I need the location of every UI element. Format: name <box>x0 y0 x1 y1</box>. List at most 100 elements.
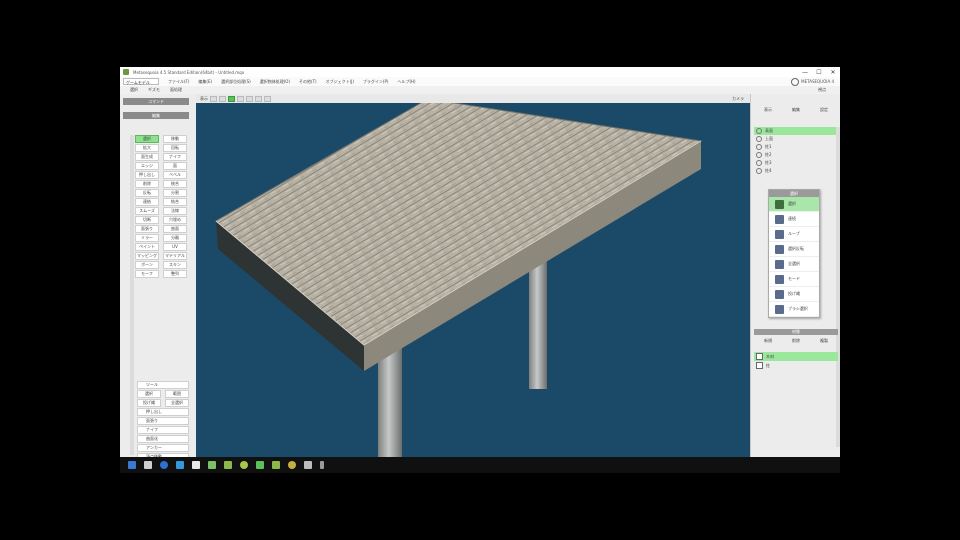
camera-label[interactable]: カメラ <box>732 96 744 102</box>
command-button[interactable]: 移動 <box>163 135 187 143</box>
material-checkbox[interactable] <box>756 362 763 369</box>
command-button[interactable]: 結合 <box>163 198 187 206</box>
popup-item[interactable]: 選択 <box>769 197 819 212</box>
command-button[interactable]: 拡大 <box>135 144 159 152</box>
app-d-icon[interactable] <box>272 461 280 469</box>
view-tool-7[interactable] <box>264 95 271 102</box>
visibility-eye-icon[interactable] <box>756 136 762 142</box>
command-button[interactable]: スキン <box>163 261 187 269</box>
command-button[interactable]: 押し出し <box>135 171 159 179</box>
minimize-button[interactable]: — <box>798 69 812 76</box>
menu-file[interactable]: ファイル(F) <box>168 79 189 85</box>
popup-item[interactable]: 選択反転 <box>769 242 819 257</box>
command-button[interactable]: ボーン <box>135 261 159 269</box>
visibility-eye-icon[interactable] <box>756 128 762 134</box>
subtool-view[interactable]: 視点 <box>818 87 826 93</box>
app-a-icon[interactable] <box>208 461 216 469</box>
tools-header[interactable]: ツール <box>137 381 189 389</box>
app-e-icon[interactable] <box>288 461 296 469</box>
tool-button[interactable]: 範囲 <box>165 390 189 398</box>
store-icon[interactable] <box>176 461 184 469</box>
command-button[interactable]: ナイフ <box>163 153 187 161</box>
popup-item[interactable]: ループ <box>769 227 819 242</box>
command-button[interactable]: ペイント <box>135 243 159 251</box>
command-button[interactable]: 分割 <box>163 189 187 197</box>
material-delete-button[interactable]: 削除 <box>782 338 810 344</box>
command-button[interactable]: 面生成 <box>135 153 159 161</box>
menu-help[interactable]: ヘルプ(H) <box>397 79 415 85</box>
command-header[interactable]: コマンド <box>123 98 189 105</box>
material-row[interactable]: 木材 <box>754 352 838 361</box>
object-row[interactable]: 柱2 <box>754 151 838 159</box>
app-f-icon[interactable] <box>304 461 312 469</box>
command-button[interactable]: 切断 <box>135 216 159 224</box>
command-button[interactable]: 穴埋め <box>163 216 187 224</box>
document-icon[interactable] <box>192 461 200 469</box>
tool-item[interactable]: 押し出し <box>137 408 189 416</box>
popup-item[interactable]: 連続 <box>769 212 819 227</box>
menu-selected-object[interactable]: 選択物体処理(O) <box>260 79 290 85</box>
view-tool-3[interactable] <box>228 95 235 102</box>
tool-item[interactable]: 面張り <box>137 417 189 425</box>
menu-edit[interactable]: 編集(E) <box>198 79 212 85</box>
tool-button[interactable]: 全選択 <box>165 399 189 407</box>
command-button[interactable]: 曲面 <box>163 225 187 233</box>
command-button[interactable]: 法線 <box>163 207 187 215</box>
app-b-icon[interactable] <box>224 461 232 469</box>
command-button[interactable]: 選択 <box>135 135 159 143</box>
object-row[interactable]: 柱3 <box>754 159 838 167</box>
command-button[interactable]: 面張り <box>135 225 159 233</box>
tool-item[interactable]: ナイフ <box>137 426 189 434</box>
view-tool-6[interactable] <box>255 95 262 102</box>
tool-button[interactable]: 選択 <box>137 390 161 398</box>
visibility-eye-icon[interactable] <box>756 168 762 174</box>
material-header[interactable]: 材質 <box>754 329 838 335</box>
command-button[interactable]: マッピング <box>135 252 159 260</box>
command-button[interactable]: UV <box>163 243 187 251</box>
maximize-button[interactable]: ☐ <box>812 69 826 76</box>
material-checkbox[interactable] <box>756 353 763 360</box>
app-g-icon[interactable] <box>320 461 324 469</box>
right-scrollbar[interactable] <box>836 127 840 447</box>
object-row[interactable]: 柱4 <box>754 167 838 175</box>
start-icon[interactable] <box>128 461 136 469</box>
popup-item[interactable]: 全選択 <box>769 257 819 272</box>
material-new-button[interactable]: 新規 <box>754 338 782 344</box>
command-button[interactable]: ベベル <box>163 171 187 179</box>
command-button[interactable]: ミラー <box>135 234 159 242</box>
object-row[interactable]: 上面 <box>754 135 838 143</box>
tab-display[interactable]: 表示 <box>754 107 782 113</box>
popup-item[interactable]: 投げ縄 <box>769 287 819 302</box>
visibility-eye-icon[interactable] <box>756 152 762 158</box>
command-button[interactable]: 連結 <box>135 198 159 206</box>
object-row[interactable]: 表面 <box>754 127 838 135</box>
tab-edit[interactable]: 編集 <box>782 107 810 113</box>
subtool-gizmo[interactable]: ギズモ <box>148 87 160 93</box>
command-button[interactable]: 分離 <box>163 234 187 242</box>
menu-plugin[interactable]: プラグイン(P) <box>363 79 389 85</box>
tool-item[interactable]: アンカー <box>137 444 189 452</box>
view-tool-2[interactable] <box>219 95 226 102</box>
menu-other[interactable]: その他(T) <box>299 79 317 85</box>
3d-viewport[interactable] <box>196 103 750 457</box>
mode-dropdown[interactable]: ゲームモデル <box>123 78 159 85</box>
tool-button[interactable]: 投げ縄 <box>137 399 161 407</box>
command-button[interactable]: 反転 <box>135 189 159 197</box>
edit-header[interactable]: 編集 <box>123 112 189 119</box>
close-button[interactable]: ✕ <box>826 69 840 76</box>
command-button[interactable]: マテリアル <box>163 252 187 260</box>
left-scrollbar[interactable] <box>130 135 134 455</box>
command-button[interactable]: モーフ <box>135 270 159 278</box>
subtool-face[interactable]: 面処理 <box>170 87 182 93</box>
view-tool-5[interactable] <box>246 95 253 102</box>
command-button[interactable]: 回転 <box>163 144 187 152</box>
command-button[interactable]: スムーズ <box>135 207 159 215</box>
material-duplicate-button[interactable]: 複製 <box>810 338 838 344</box>
tab-settings[interactable]: 設定 <box>810 107 838 113</box>
material-row[interactable]: 柱 <box>754 361 838 370</box>
command-button[interactable]: 統合 <box>163 180 187 188</box>
command-button[interactable]: 削除 <box>135 180 159 188</box>
command-button[interactable]: 整列 <box>163 270 187 278</box>
metasequoia-taskbar-icon[interactable] <box>256 461 264 469</box>
tool-item[interactable]: 曲面化 <box>137 435 189 443</box>
